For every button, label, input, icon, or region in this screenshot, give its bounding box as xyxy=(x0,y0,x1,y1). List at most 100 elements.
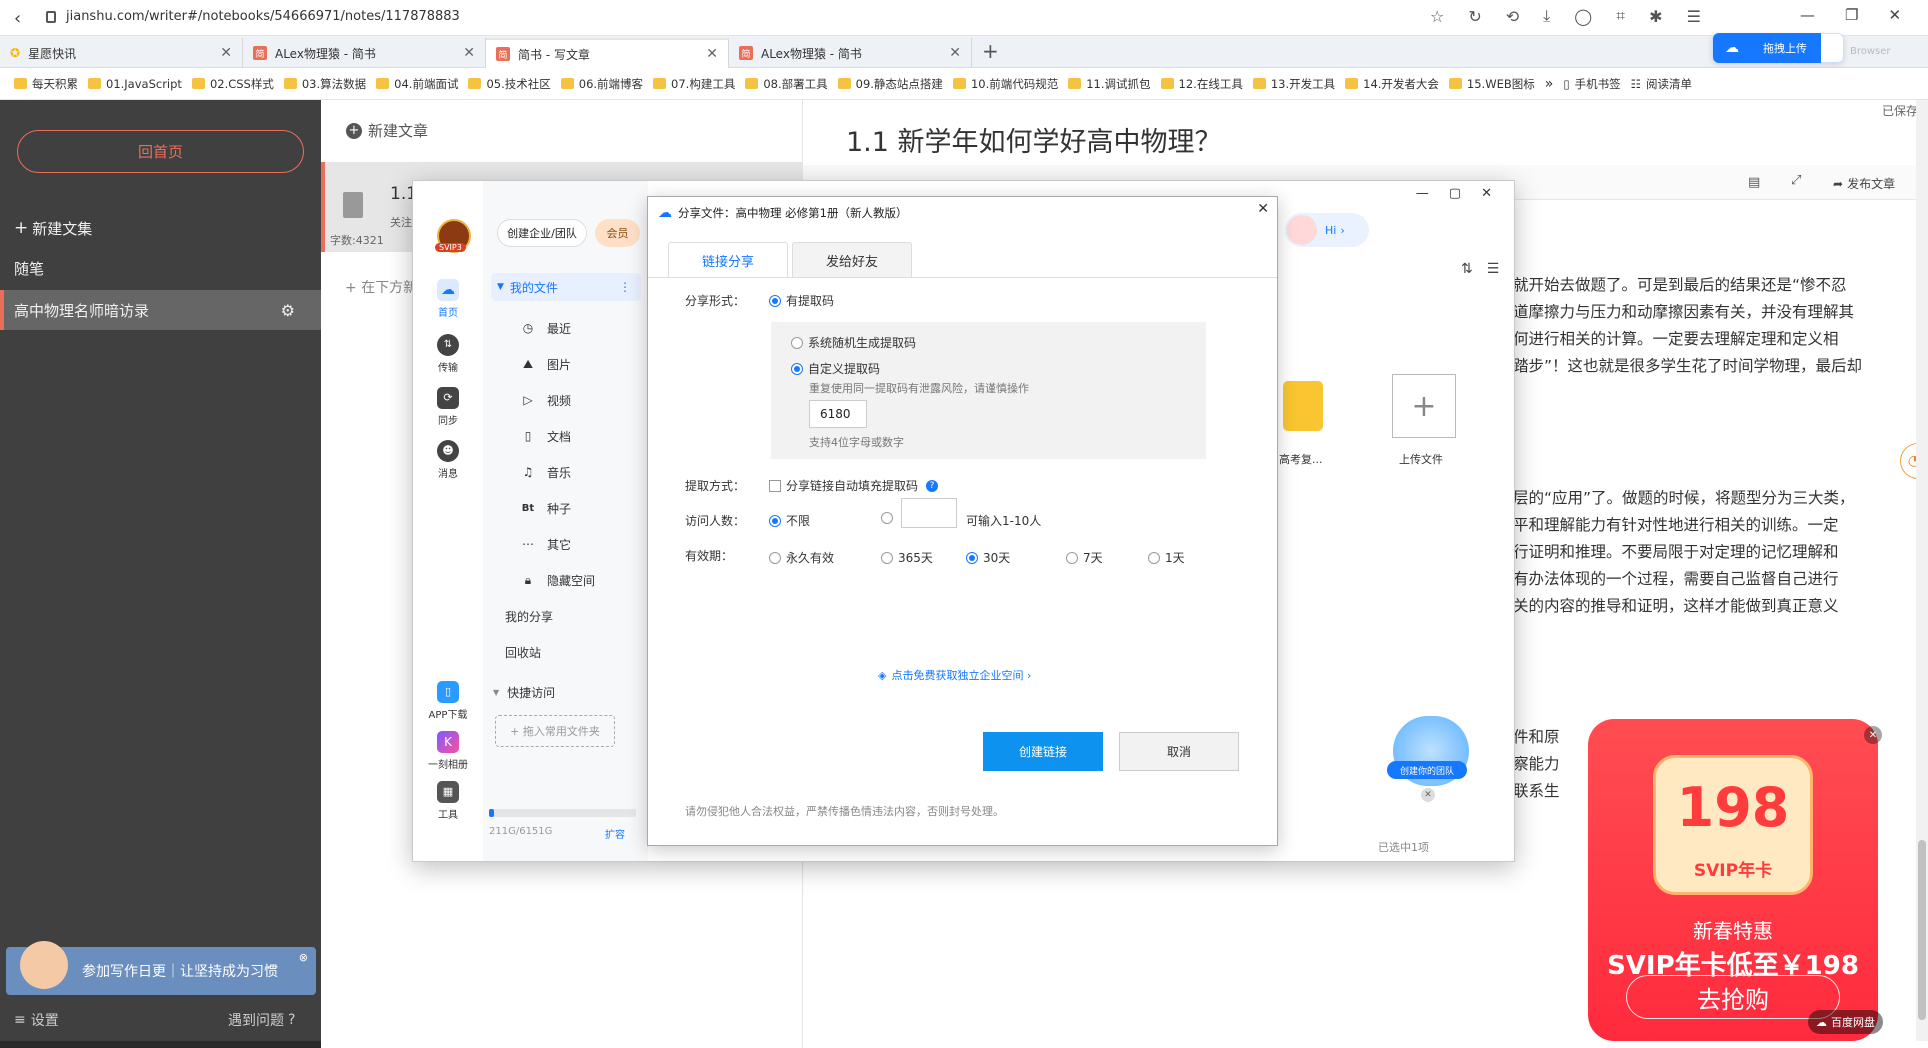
problems-link[interactable]: 遇到问题? xyxy=(228,1010,295,1030)
back-arrow-icon[interactable]: ‹ xyxy=(14,8,21,29)
tab-alex-1[interactable]: 简 ALex物理猿 - 简书 ✕ xyxy=(243,38,486,68)
visitors-limit-radio[interactable] xyxy=(881,512,898,524)
bookmark[interactable]: 每天积累 xyxy=(14,76,78,92)
bookmark[interactable]: 15.WEB图标 xyxy=(1448,76,1535,92)
upload-file-tile[interactable]: + xyxy=(1392,374,1456,438)
category-item[interactable]: ◷ 最近 xyxy=(519,318,571,338)
sort-icon[interactable]: ⇅ xyxy=(1461,261,1473,277)
create-team-button[interactable]: 创建企业/团队 xyxy=(497,219,587,247)
tab-send-friend[interactable]: 发给好友 xyxy=(792,242,912,278)
code-input[interactable]: 6180 xyxy=(809,400,867,428)
tab-close-icon[interactable]: ✕ xyxy=(949,45,961,61)
new-article-button[interactable]: + 新建文章 xyxy=(346,120,428,141)
star-icon[interactable]: ☆ xyxy=(1430,7,1444,26)
grab-button[interactable]: 去抢购 xyxy=(1626,975,1840,1019)
close-icon[interactable]: ✕ xyxy=(1888,6,1901,24)
user-icon[interactable]: ◯ xyxy=(1574,7,1592,26)
page-scrollbar[interactable] xyxy=(1916,100,1928,1041)
category-item[interactable]: ▷ 视频 xyxy=(519,390,571,410)
random-code-radio[interactable]: 系统随机生成提取码 xyxy=(791,334,916,351)
nav-home[interactable]: ☁ 首页 xyxy=(413,279,483,319)
nav-album[interactable]: K 一刻相册 xyxy=(413,731,483,771)
banner-close-icon[interactable]: ⊗ xyxy=(299,951,308,964)
validity-permanent-radio[interactable]: 永久有效 xyxy=(769,549,834,566)
fullscreen-icon[interactable]: ⤢ xyxy=(1791,173,1801,188)
category-item[interactable]: ⋯ 其它 xyxy=(519,534,571,554)
new-tab-icon[interactable]: + xyxy=(982,39,999,63)
category-item[interactable]: ▯ 文档 xyxy=(519,426,571,446)
nav-tools[interactable]: ▦ 工具 xyxy=(413,781,483,821)
minimize-icon[interactable]: — xyxy=(1800,6,1815,24)
quick-access-header[interactable]: ▼ 快捷访问 xyxy=(493,684,555,701)
back-home-button[interactable]: 回首页 xyxy=(17,130,304,173)
hi-button[interactable]: Hi › xyxy=(1285,213,1369,247)
autofill-checkbox[interactable]: 分享链接自动填充提取码 ? xyxy=(769,477,939,494)
validity-365-radio[interactable]: 365天 xyxy=(881,549,933,566)
crop-icon[interactable]: ⌗ xyxy=(1616,6,1625,26)
share-form-radio[interactable]: 有提取码 xyxy=(769,292,834,309)
visitors-unlimited-radio[interactable]: 不限 xyxy=(769,512,810,529)
category-item[interactable]: ⛰ 图片 xyxy=(519,354,571,374)
maximize-icon[interactable]: ▢ xyxy=(1449,186,1461,201)
bookmark[interactable]: 09.静态站点搭建 xyxy=(837,76,943,92)
create-link-button[interactable]: 创建链接 xyxy=(983,732,1103,771)
custom-code-radio[interactable]: 自定义提取码 xyxy=(791,360,880,377)
bookmarks-more[interactable]: » xyxy=(1545,76,1554,92)
bookmark[interactable]: 06.前端博客 xyxy=(560,76,643,92)
bookmark[interactable]: 04.前端面试 xyxy=(376,76,458,92)
nav-transfer[interactable]: ⇅ 传输 xyxy=(413,334,483,374)
reload-icon[interactable]: ↻ xyxy=(1468,7,1481,26)
tab-link-share[interactable]: 链接分享 xyxy=(668,242,788,278)
tab-xingyuan[interactable]: ✪ 星愿快讯 ✕ xyxy=(0,38,243,68)
my-share-item[interactable]: 我的分享 xyxy=(505,608,553,625)
cancel-button[interactable]: 取消 xyxy=(1119,732,1239,771)
category-item[interactable]: Bt 种子 xyxy=(519,498,571,518)
promo-close-icon[interactable]: ✕ xyxy=(1864,726,1882,744)
extension-icon[interactable]: ✱ xyxy=(1649,7,1662,26)
tab-alex-2[interactable]: 简 ALex物理猿 - 简书 ✕ xyxy=(729,38,972,68)
expand-link[interactable]: 扩容 xyxy=(605,826,625,841)
menu-icon[interactable]: ☰ xyxy=(1687,7,1701,26)
settings-link[interactable]: ≡ 设置 xyxy=(14,1010,59,1030)
my-files-item[interactable]: ▼ 我的文件 ⋮ xyxy=(491,273,641,301)
daily-writing-banner[interactable]: 参加写作日更｜让坚持成为习惯 ⊗ xyxy=(6,941,316,995)
restore-icon[interactable]: ❐ xyxy=(1845,6,1858,24)
bookmark[interactable]: 14.开发者大会 xyxy=(1345,76,1439,92)
nav-messages[interactable]: ☻ 消息 xyxy=(413,440,483,480)
tab-close-icon[interactable]: ✕ xyxy=(706,46,718,62)
folder-icon[interactable] xyxy=(1283,381,1323,431)
save-icon[interactable]: ▤ xyxy=(1748,175,1760,190)
kebab-icon[interactable]: ⋮ xyxy=(619,280,631,294)
bookmark[interactable]: 01.JavaScript xyxy=(88,77,182,91)
bookmark[interactable]: 02.CSS样式 xyxy=(191,76,274,92)
validity-7-radio[interactable]: 7天 xyxy=(1066,549,1103,566)
notebook-item[interactable]: 随笔 xyxy=(0,248,321,288)
validity-1-radio[interactable]: 1天 xyxy=(1148,549,1185,566)
drag-folder-target[interactable]: + 拖入常用文件夹 xyxy=(495,715,615,747)
article-heading[interactable]: 1.1 新学年如何学好高中物理？ xyxy=(846,120,1222,159)
create-below-link[interactable]: + 在下方新 xyxy=(345,277,417,297)
list-view-icon[interactable]: ☰ xyxy=(1487,261,1500,277)
team-close-icon[interactable]: ✕ xyxy=(1421,788,1435,802)
mobile-bookmarks[interactable]: ▯ 手机书签 xyxy=(1563,76,1620,92)
gear-icon[interactable]: ⚙ xyxy=(281,301,295,320)
tab-close-icon[interactable]: ✕ xyxy=(463,45,475,61)
bookmark[interactable]: 11.调试抓包 xyxy=(1068,76,1151,92)
nav-sync[interactable]: ⟳ 同步 xyxy=(413,387,483,427)
recycle-item[interactable]: 回收站 xyxy=(505,644,541,661)
bookmark[interactable]: 13.开发工具 xyxy=(1252,76,1335,92)
bookmark[interactable]: 12.在线工具 xyxy=(1160,76,1243,92)
bookmark[interactable]: 08.部署工具 xyxy=(745,76,828,92)
category-item[interactable]: ♫ 音乐 xyxy=(519,462,571,482)
category-item[interactable]: 🔒︎ 隐藏空间 xyxy=(519,570,595,590)
bookmark[interactable]: 07.构建工具 xyxy=(653,76,735,92)
url-text[interactable]: jianshu.com/writer#/notebooks/54666971/n… xyxy=(66,9,460,24)
vip-button[interactable]: 会员 xyxy=(595,219,640,247)
bookmark[interactable]: 10.前端代码规范 xyxy=(952,76,1058,92)
notebook-item-active[interactable]: 高中物理名师暗访录 ⚙ xyxy=(0,290,321,330)
nav-app-download[interactable]: ▯ APP下载 xyxy=(413,681,483,721)
minimize-icon[interactable]: — xyxy=(1416,186,1429,201)
scrollbar-thumb[interactable] xyxy=(1918,840,1926,1020)
reading-list[interactable]: ☷ 阅读清单 xyxy=(1631,76,1692,92)
visitors-count-input[interactable] xyxy=(901,498,957,528)
